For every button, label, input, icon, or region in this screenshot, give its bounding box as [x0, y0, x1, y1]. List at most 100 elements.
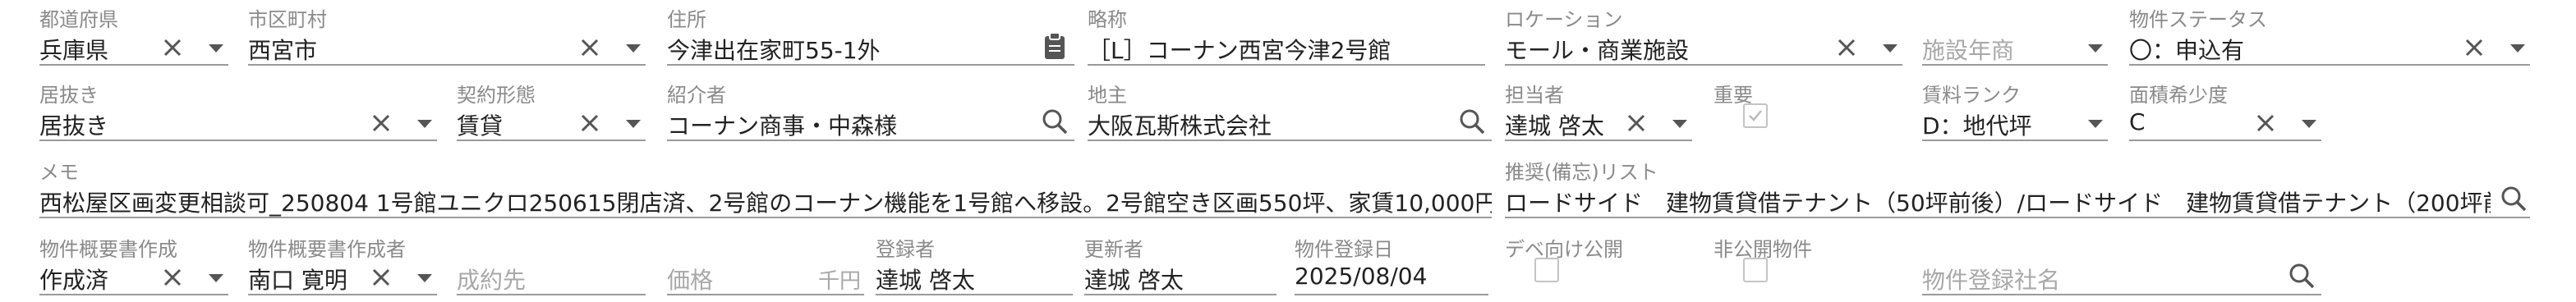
updater-label: 更新者 — [1084, 238, 1143, 261]
chevron-down-icon[interactable] — [417, 274, 432, 282]
company-search-field[interactable]: 物件登録社名 — [1922, 230, 2321, 295]
clear-icon[interactable] — [577, 34, 603, 61]
chevron-down-icon[interactable] — [209, 274, 223, 282]
dev-public-checkbox[interactable] — [1534, 258, 1559, 282]
memo-field[interactable]: メモ 西松屋区画変更相談可_250804 1号館ユニクロ250615閉店済、2号… — [39, 153, 1492, 218]
address-value: 今津出在家町55-1外 — [667, 37, 881, 64]
prefecture-label: 都道府県 — [39, 8, 118, 31]
private-field[interactable]: 非公開物件 — [1714, 230, 1902, 295]
registration-date-value: 2025/08/04 — [1295, 263, 1428, 290]
chevron-down-icon[interactable] — [2510, 44, 2525, 53]
summary-author-field[interactable]: 物件概要書作成者 南口 寛明 — [248, 230, 437, 295]
contract-type-field[interactable]: 契約形態 賃貸 — [457, 76, 646, 141]
clear-icon[interactable] — [159, 264, 186, 291]
contractor-placeholder: 成約先 — [457, 267, 527, 294]
facility-revenue-select[interactable]: 施設年商 — [1922, 0, 2108, 66]
landowner-label: 地主 — [1088, 84, 1127, 107]
chevron-down-icon[interactable] — [626, 120, 641, 128]
location-value: モール・商業施設 — [1505, 37, 1690, 64]
dev-public-field[interactable]: デベ向け公開 — [1505, 230, 1694, 295]
registration-date-field[interactable]: 物件登録日 2025/08/04 — [1295, 230, 1488, 295]
important-checkbox[interactable] — [1743, 103, 1768, 128]
inuki-field[interactable]: 居抜き 居抜き — [39, 76, 437, 141]
short-name-label: 略称 — [1088, 8, 1127, 31]
chevron-down-icon[interactable] — [417, 120, 432, 128]
city-value: 西宮市 — [248, 37, 318, 64]
clear-icon[interactable] — [1623, 110, 1649, 136]
introducer-field[interactable]: 紹介者 コーナン商事・中森様 — [667, 76, 1074, 141]
search-icon[interactable] — [2287, 261, 2316, 291]
status-value: 〇：申込有 — [2129, 37, 2245, 64]
city-label: 市区町村 — [248, 8, 327, 31]
clear-icon[interactable] — [2252, 110, 2279, 136]
inuki-value: 居抜き — [39, 112, 109, 140]
price-placeholder: 価格 — [667, 267, 714, 294]
area-rarity-field[interactable]: 面積希少度 C — [2129, 76, 2321, 141]
contract-type-value: 賃貸 — [457, 112, 504, 140]
recommend-list-field[interactable]: 推奨(備忘)リスト ロードサイド 建物賃貸借テナント（50坪前後）/ロードサイド… — [1505, 153, 2530, 218]
area-rarity-label: 面積希少度 — [2129, 84, 2228, 107]
search-icon[interactable] — [2499, 184, 2528, 213]
introducer-value: コーナン商事・中森様 — [667, 112, 898, 140]
rent-rank-label: 賃料ランク — [1922, 84, 2021, 107]
short-name-field[interactable]: 略称 ［L］コーナン西宮今津2号館 — [1088, 0, 1485, 66]
chevron-down-icon[interactable] — [209, 44, 223, 53]
chevron-down-icon[interactable] — [2088, 44, 2103, 53]
manager-value: 達城 啓太 — [1505, 112, 1604, 140]
summary-created-field[interactable]: 物件概要書作成 作成済 — [39, 230, 228, 295]
summary-created-value: 作成済 — [39, 267, 109, 294]
location-label: ロケーション — [1505, 8, 1623, 31]
facility-revenue-placeholder: 施設年商 — [1922, 37, 2015, 64]
location-field[interactable]: ロケーション モール・商業施設 — [1505, 0, 1902, 66]
updater-field: 更新者 達城 啓太 — [1084, 230, 1276, 295]
prefecture-value: 兵庫県 — [39, 37, 109, 64]
private-checkbox[interactable] — [1743, 258, 1768, 282]
summary-created-label: 物件概要書作成 — [39, 238, 177, 261]
property-form: 都道府県 兵庫県 市区町村 西宮市 住所 今津出在家町55-1外 略称 ［L］コ… — [0, 0, 2576, 302]
rent-rank-field[interactable]: 賃料ランク D：地代坪 — [1922, 76, 2108, 141]
chevron-down-icon[interactable] — [1672, 120, 1687, 128]
manager-label: 担当者 — [1505, 84, 1564, 107]
city-field[interactable]: 市区町村 西宮市 — [248, 0, 646, 66]
chevron-down-icon[interactable] — [2088, 120, 2103, 128]
prefecture-field[interactable]: 都道府県 兵庫県 — [39, 0, 228, 66]
summary-author-label: 物件概要書作成者 — [248, 238, 406, 261]
search-icon[interactable] — [1457, 107, 1487, 136]
manager-field[interactable]: 担当者 達城 啓太 — [1505, 76, 1692, 141]
chevron-down-icon[interactable] — [626, 44, 641, 53]
recommend-list-value: ロードサイド 建物賃貸借テナント（50坪前後）/ロードサイド 建物賃貸借テナント… — [1505, 190, 2491, 217]
chevron-down-icon[interactable] — [1883, 44, 1898, 53]
clear-icon[interactable] — [159, 34, 186, 61]
landowner-value: 大阪瓦斯株式会社 — [1088, 112, 1272, 140]
area-rarity-value: C — [2129, 108, 2146, 135]
landowner-field[interactable]: 地主 大阪瓦斯株式会社 — [1088, 76, 1492, 141]
rent-rank-value: D：地代坪 — [1922, 112, 2032, 140]
short-name-value: ［L］コーナン西宮今津2号館 — [1088, 37, 1392, 64]
recommend-list-label: 推奨(備忘)リスト — [1505, 161, 1658, 184]
status-field[interactable]: 物件ステータス 〇：申込有 — [2129, 0, 2530, 66]
address-label: 住所 — [667, 8, 706, 31]
clear-icon[interactable] — [2461, 34, 2487, 61]
dev-public-label: デベ向け公開 — [1505, 238, 1623, 261]
contractor-input[interactable]: 成約先 — [457, 230, 646, 295]
clear-icon[interactable] — [368, 110, 394, 136]
important-field[interactable]: 重要 — [1714, 76, 1878, 141]
registrant-field: 登録者 達城 啓太 — [876, 230, 1073, 295]
company-placeholder: 物件登録社名 — [1922, 267, 2061, 294]
clipboard-icon[interactable] — [1040, 31, 1070, 61]
memo-label: メモ — [39, 161, 79, 184]
updater-value: 達城 啓太 — [1084, 267, 1184, 294]
registrant-label: 登録者 — [876, 238, 935, 261]
address-field[interactable]: 住所 今津出在家町55-1外 — [667, 0, 1074, 66]
clear-icon[interactable] — [368, 264, 394, 291]
clear-icon[interactable] — [1833, 34, 1860, 61]
registration-date-label: 物件登録日 — [1295, 238, 1393, 261]
price-input[interactable]: 価格 千円 — [667, 230, 864, 295]
search-icon[interactable] — [1040, 107, 1070, 136]
registrant-value: 達城 啓太 — [876, 267, 975, 294]
introducer-label: 紹介者 — [667, 84, 726, 107]
price-unit: 千円 — [817, 269, 861, 294]
chevron-down-icon[interactable] — [2302, 120, 2316, 128]
clear-icon[interactable] — [577, 110, 603, 136]
summary-author-value: 南口 寛明 — [248, 267, 347, 294]
